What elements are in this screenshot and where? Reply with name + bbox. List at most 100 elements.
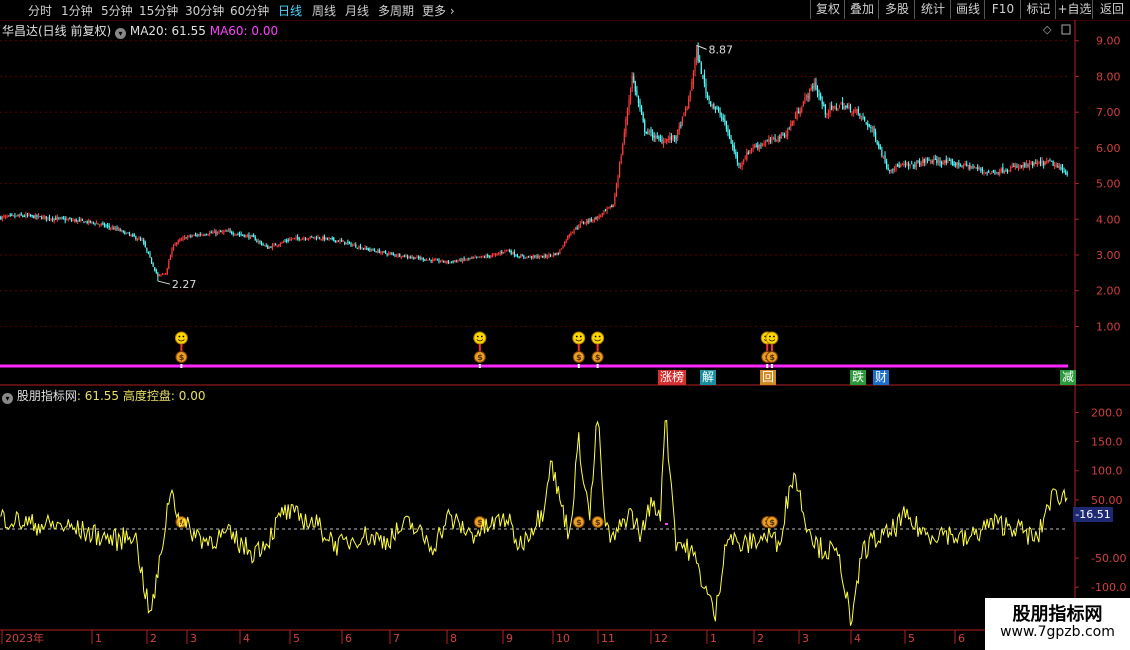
candle-body [23,216,25,218]
candle-body [889,169,891,171]
candle-body [267,245,269,249]
candle-body [746,152,748,160]
indicator-tick-label: 100.0 [1091,465,1123,478]
candle-body [567,235,569,240]
candle-body [63,218,65,220]
candle-body [1061,167,1064,170]
candle-body [867,123,869,127]
candle-body [122,230,124,232]
candle-body [50,218,52,220]
candle-body [995,171,998,174]
candle-body [625,119,627,134]
candle-body [402,255,404,257]
candle-body [58,217,60,219]
indicator-tick-label: 50.00 [1091,494,1123,507]
candle-body [794,116,797,119]
candle-body [875,131,877,141]
candle-body [458,259,460,261]
candle-body [658,136,660,139]
candle-body [317,237,319,239]
candle-body [158,275,161,277]
candle-body [355,244,357,248]
candle-body [111,227,113,229]
candle-body [433,259,435,261]
candle-body [42,216,44,219]
candle-body [920,162,922,167]
high-price-label: 8.87 [709,43,734,56]
candle-body [315,237,318,239]
candle-body [548,254,550,258]
candle-body [984,172,987,174]
candle-body [969,164,971,169]
candle-body [88,220,90,224]
candle-body [292,238,294,240]
candle-body [768,139,770,142]
candle-body [848,106,850,108]
candle-body [706,95,709,98]
candle-body [424,259,426,261]
low-price-label: 2.27 [172,278,197,291]
candle-body [1039,160,1042,165]
candle-body [725,120,727,129]
candle-body [672,135,674,139]
candle-body [408,257,410,259]
timeline-label: 10 [556,632,570,645]
candle-body [265,245,267,247]
candle-body [81,218,84,221]
candle-body [772,137,775,139]
candle-body [907,163,910,166]
candle-body [992,170,994,172]
candle-body [282,241,285,243]
candle-body [973,167,976,169]
candle-body [915,162,918,167]
candle-body [659,138,662,140]
candle-body [826,113,828,115]
candle-body [763,144,765,146]
candle-body [232,233,234,235]
candle-body [1013,165,1015,167]
candle-body [447,260,450,263]
candle-body [713,104,715,108]
candle-body [110,228,112,230]
candle-body [341,239,343,242]
candle-body [1010,167,1012,171]
candle-body [560,248,563,250]
candle-body [876,141,878,145]
candle-body [72,220,74,222]
timeline-label: 5 [293,632,300,645]
candle-body [590,218,592,221]
candle-body [238,233,241,235]
candle-body [455,260,457,262]
candle-body [337,240,340,242]
chart-canvas[interactable]: 9.00 8.00 7.00 6.00 5.00 4.00 3.00 2.00 1.00 8.87… [0,0,1130,650]
candle-body [183,237,186,239]
timeline-label: 2 [757,632,764,645]
event-tag-5[interactable]: 减 [1060,370,1077,385]
money-bag-symbol: $ [595,353,601,362]
event-tag-1[interactable]: 解 [700,370,717,385]
candle-body [780,133,782,139]
candle-body [438,259,440,262]
event-tag-3[interactable]: 跌 [850,370,867,385]
candle-body [218,231,220,233]
timeline-label: 11 [601,632,615,645]
candle-body [835,107,837,109]
candle-body [615,185,618,196]
candle-body [955,163,957,166]
candle-body [838,105,841,108]
event-tag-0[interactable]: 涨榜 [658,370,687,385]
candle-body [521,255,523,257]
candle-body [962,165,965,168]
candle-body [999,171,1001,175]
candle-body [565,240,567,242]
candle-body [820,94,822,100]
candle-body [384,251,387,254]
candle-body [1011,166,1013,168]
candle-body [229,229,231,232]
candle-body [502,252,504,254]
event-tag-2[interactable]: 回 [760,370,777,385]
event-tag-4[interactable]: 财 [873,370,890,385]
candle-body [417,256,420,258]
candle-body [322,236,324,240]
candle-body [443,260,445,262]
